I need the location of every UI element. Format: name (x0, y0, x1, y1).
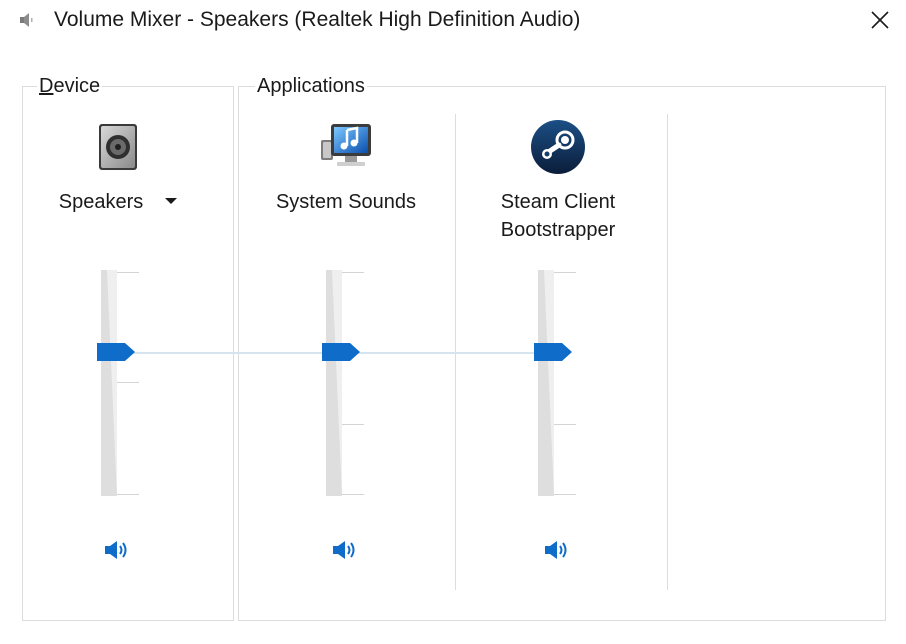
device-volume-slider[interactable] (97, 270, 157, 496)
close-icon (871, 11, 889, 29)
slider-track (326, 270, 342, 496)
device-column-speakers: Speakers (18, 112, 218, 592)
slider-tick (342, 494, 364, 495)
device-group-label: Device (37, 73, 103, 99)
slider-track (101, 270, 117, 496)
system-sounds-icon (321, 124, 371, 166)
slider-track (538, 270, 554, 496)
slider-tick (554, 494, 576, 495)
volume-mixer-window: Volume Mixer - Speakers (Realtek High De… (0, 0, 906, 644)
speaker-icon (20, 13, 33, 27)
slider-tick (117, 272, 139, 273)
speaker-volume-icon[interactable] (543, 538, 573, 562)
speaker-volume-icon[interactable] (331, 538, 361, 562)
slider-tick (117, 494, 139, 495)
close-button[interactable] (862, 4, 898, 36)
slider-tick (342, 424, 364, 425)
speaker-device-icon (99, 124, 137, 170)
slider-tick (554, 424, 576, 425)
slider-thumb[interactable] (97, 342, 135, 361)
slider-thumb[interactable] (534, 342, 572, 361)
system-sounds-volume-slider[interactable] (322, 270, 382, 496)
device-name: Speakers (58, 191, 144, 213)
title-bar: Volume Mixer - Speakers (Realtek High De… (0, 0, 906, 40)
steam-volume-slider[interactable] (534, 270, 594, 496)
slider-tick (342, 272, 364, 273)
applications-group-label: Applications (255, 73, 367, 99)
slider-thumb[interactable] (322, 342, 360, 361)
app-column-steam: Steam Client Bootstrapper (458, 112, 658, 592)
chevron-down-icon (165, 197, 178, 204)
window-title: Volume Mixer - Speakers (Realtek High De… (54, 8, 581, 31)
app-name-label: System Sounds (275, 191, 417, 213)
steam-icon (531, 120, 585, 174)
slider-tick (117, 382, 139, 383)
device-select[interactable]: Speakers (18, 188, 218, 216)
speaker-volume-icon[interactable] (103, 538, 133, 562)
column-separator (667, 114, 668, 590)
app-name-label: Steam Client Bootstrapper (500, 191, 616, 241)
slider-tick (554, 272, 576, 273)
app-column-system-sounds: System Sounds (246, 112, 446, 592)
